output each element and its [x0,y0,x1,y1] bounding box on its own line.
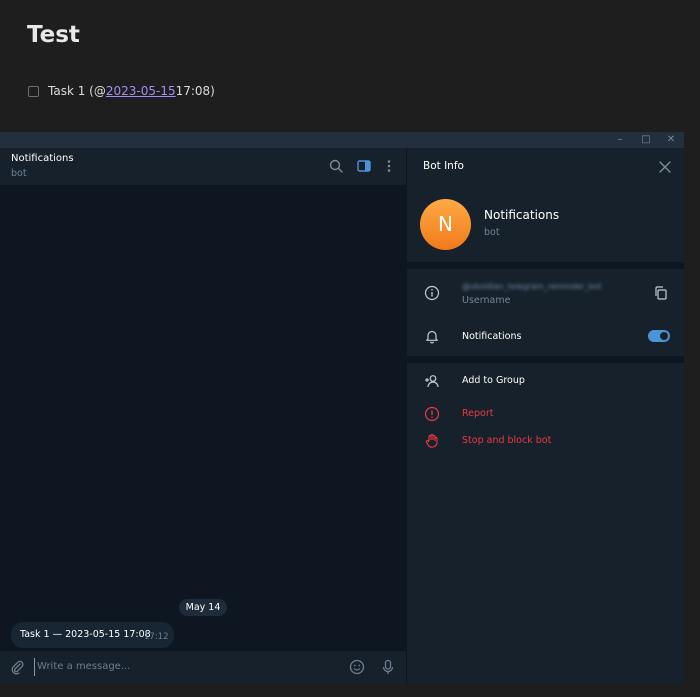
add-to-group-button[interactable]: Add to Group [462,375,525,386]
message-text: Task 1 — 2023-05-15 17:08 [20,629,151,640]
search-icon[interactable] [328,158,344,174]
maximize-icon[interactable]: □ [640,134,652,146]
note-title: Test [27,22,80,48]
chat-subtitle: bot [11,168,27,179]
toggle-knob [659,331,669,341]
task-text-suffix: 17:08) [175,84,215,98]
more-vertical-icon[interactable] [381,158,397,174]
message-composer: Write a message... [0,651,406,684]
window-titlebar: – □ ✕ [0,132,684,148]
username-label: Username [462,295,511,306]
message-bubble[interactable]: Task 1 — 2023-05-15 17:08 17:12 [11,622,174,648]
telegram-window: – □ ✕ Notifications bot May 14 Task 1 — … [0,132,684,684]
close-icon[interactable] [657,159,673,175]
minimize-icon[interactable]: – [614,134,626,146]
message-input[interactable]: Write a message... [34,658,334,676]
avatar[interactable]: N [420,199,471,250]
profile-name: Notifications [484,208,560,222]
task-date-link[interactable]: 2023-05-15 [106,84,176,98]
add-user-icon [425,375,439,388]
stop-block-bot-button[interactable]: Stop and block bot [462,435,551,446]
bot-info-title: Bot Info [423,160,464,172]
alert-icon [424,406,440,422]
message-time: 17:12 [144,632,169,642]
note-view: Test Task 1 (@ 2023-05-15 17:08) [0,0,700,132]
task-checkbox[interactable] [28,85,39,97]
attach-icon[interactable] [9,659,25,675]
bell-icon [426,330,438,344]
username-value[interactable]: @obsidian_telegram_reminder_bot [462,282,614,291]
task-item: Task 1 (@ 2023-05-15 17:08) [28,82,215,100]
emoji-icon[interactable] [349,659,365,675]
window-close-icon[interactable]: ✕ [665,134,677,146]
copy-icon[interactable] [653,285,669,301]
chat-header[interactable]: Notifications bot [0,148,406,185]
task-text-prefix: Task 1 (@ [48,84,106,98]
hand-stop-icon [425,433,438,448]
notifications-label: Notifications [462,331,522,342]
mic-icon[interactable] [380,659,396,675]
date-separator: May 14 [179,599,227,616]
profile-subtitle: bot [484,227,500,238]
chat-pane: Notifications bot May 14 Task 1 — 2023-0… [0,148,406,684]
divider [407,356,684,363]
notifications-toggle[interactable] [648,330,670,342]
divider [407,262,684,269]
bot-info-pane: Bot Info N Notifications bot @obsidian_t… [406,148,684,684]
sidebar-toggle-icon[interactable] [356,158,372,174]
info-icon [424,285,440,301]
report-button[interactable]: Report [462,408,494,419]
chat-title: Notifications [11,153,74,164]
